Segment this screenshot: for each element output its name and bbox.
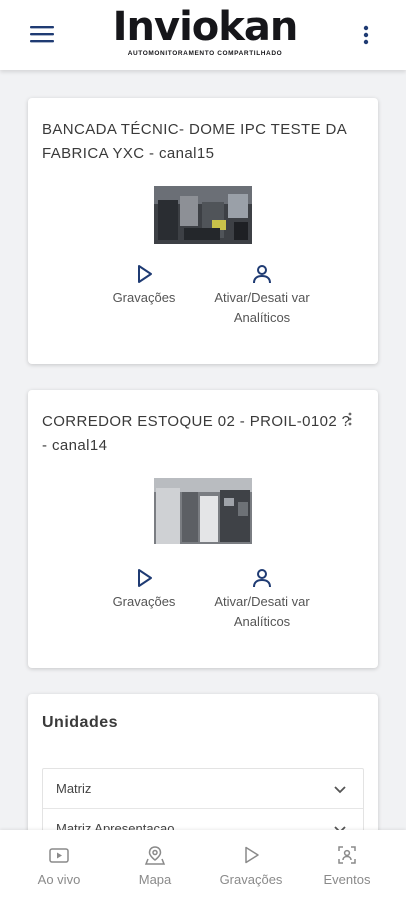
play-icon [245,846,259,864]
units-title: Unidades [42,714,119,731]
map-pin-icon [144,846,166,865]
nav-tab-label: Mapa [138,872,172,887]
nav-tab-map[interactable]: Mapa [110,844,200,887]
camera-snapshot-image [154,186,252,244]
unit-option[interactable]: Matriz Apresentacao [43,809,363,830]
toggle-analytics-button[interactable]: Ativar/Desati var Analíticos [214,566,310,632]
content-scroll-area[interactable]: BANCADA TÉCNIC- DOME IPC TESTE DA FABRIC… [0,70,406,830]
app-logo: Inviokan AUTOMONITORAMENTO COMPARTILHADO [110,6,300,64]
camera-more-button[interactable] [342,410,358,428]
menu-button[interactable] [26,20,58,48]
person-icon [253,265,271,284]
units-list: Matriz Matriz Apresentacao [42,768,364,830]
camera-thumbnail[interactable] [154,478,252,544]
nav-tab-label: Eventos [323,872,371,887]
hamburger-menu-icon [30,26,54,43]
more-vertical-icon [363,25,369,45]
recordings-label: Gravações [112,290,176,305]
recordings-button[interactable]: Gravações [102,262,186,308]
analytics-label: Ativar/Desati var Analíticos [214,290,310,325]
camera-card: BANCADA TÉCNIC- DOME IPC TESTE DA FABRIC… [28,98,378,364]
camera-title: CORREDOR ESTOQUE 02 - PROIL-0102 ? - can… [42,413,351,454]
more-options-button[interactable] [352,20,380,50]
live-video-icon [49,848,69,863]
person-icon [253,569,271,588]
analytics-label: Ativar/Desati var Analíticos [214,594,310,629]
logo-tagline: AUTOMONITORAMENTO COMPARTILHADO [127,50,283,57]
camera-snapshot-image [154,478,252,544]
units-card: Unidades Matriz Matriz Apresentacao [28,694,378,830]
events-scan-icon [338,846,356,864]
unit-option[interactable]: Matriz [43,769,363,809]
camera-card: CORREDOR ESTOQUE 02 - PROIL-0102 ? - can… [28,390,378,668]
nav-tab-recordings[interactable]: Gravações [206,844,296,887]
more-vertical-icon [348,412,352,426]
recordings-label: Gravações [112,594,176,609]
logo-wordmark: Inviokan [112,4,299,50]
play-icon [138,569,152,587]
camera-thumbnail[interactable] [154,186,252,244]
toggle-analytics-button[interactable]: Ativar/Desati var Analíticos [214,262,310,328]
camera-title: BANCADA TÉCNIC- DOME IPC TESTE DA FABRIC… [42,121,347,162]
top-app-bar: Inviokan AUTOMONITORAMENTO COMPARTILHADO [0,0,406,70]
unit-option-label: Matriz [56,781,92,796]
chevron-down-icon [334,786,346,794]
bottom-navigation: Ao vivo Mapa Gravações Eventos [0,830,406,900]
nav-tab-label: Gravações [219,872,283,887]
chevron-down-icon [334,826,346,830]
play-icon [138,265,152,283]
nav-tab-events[interactable]: Eventos [302,844,392,887]
unit-option-label: Matriz Apresentacao [56,821,175,830]
nav-tab-live[interactable]: Ao vivo [14,844,104,887]
nav-tab-label: Ao vivo [37,872,81,887]
recordings-button[interactable]: Gravações [102,566,186,612]
